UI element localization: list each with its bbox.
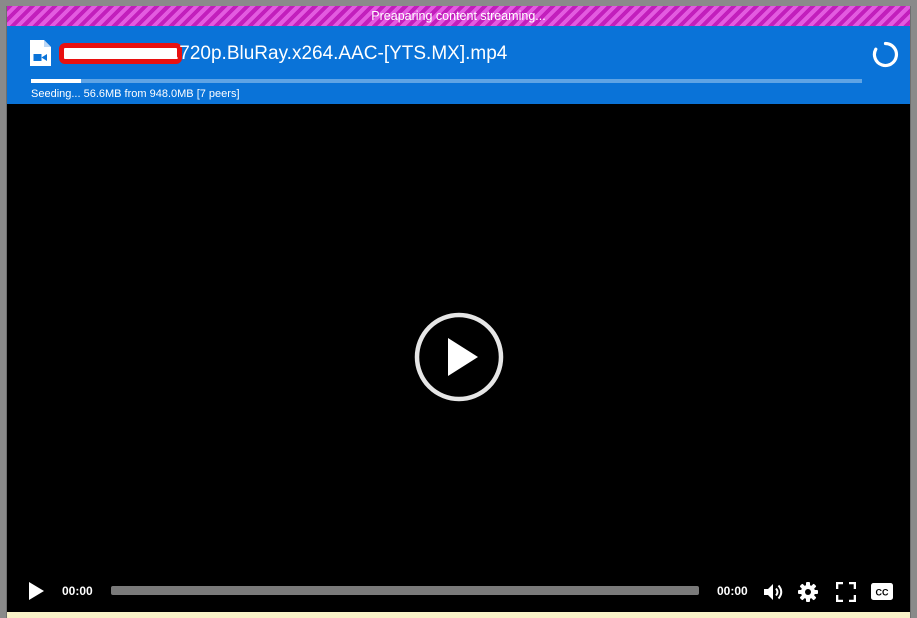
status-banner-text: Preaparing content streaming... bbox=[371, 9, 546, 23]
play-circle-icon[interactable] bbox=[414, 312, 504, 402]
svg-text:CC: CC bbox=[876, 588, 889, 598]
gear-icon[interactable] bbox=[798, 582, 818, 602]
status-banner: Preaparing content streaming... bbox=[7, 6, 910, 26]
streaming-player-window: Preaparing content streaming... .720p.Bl… bbox=[6, 6, 911, 618]
download-progress-bar bbox=[31, 79, 862, 83]
duration: 00:00 bbox=[717, 584, 748, 598]
video-file-icon bbox=[30, 40, 51, 66]
redaction-mark bbox=[59, 43, 182, 64]
current-time: 00:00 bbox=[62, 584, 93, 598]
loading-spinner-icon bbox=[872, 41, 899, 68]
video-display[interactable] bbox=[7, 104, 910, 570]
file-title: .720p.BluRay.x264.AAC-[YTS.MX].mp4 bbox=[59, 40, 850, 68]
seek-bar[interactable] bbox=[111, 586, 699, 595]
file-header: .720p.BluRay.x264.AAC-[YTS.MX].mp4 Seedi… bbox=[7, 26, 910, 104]
seeding-status: Seeding... 56.6MB from 948.0MB [7 peers] bbox=[31, 88, 240, 100]
closed-captions-icon[interactable]: CC bbox=[871, 583, 893, 600]
download-progress-fill bbox=[31, 79, 81, 83]
play-icon[interactable] bbox=[27, 581, 45, 601]
bottom-strip bbox=[7, 612, 910, 618]
volume-icon[interactable] bbox=[763, 582, 785, 602]
player-controls: 00:00 00:00 CC bbox=[7, 570, 910, 612]
fullscreen-icon[interactable] bbox=[836, 582, 856, 602]
file-title-text: .720p.BluRay.x264.AAC-[YTS.MX].mp4 bbox=[174, 43, 508, 64]
